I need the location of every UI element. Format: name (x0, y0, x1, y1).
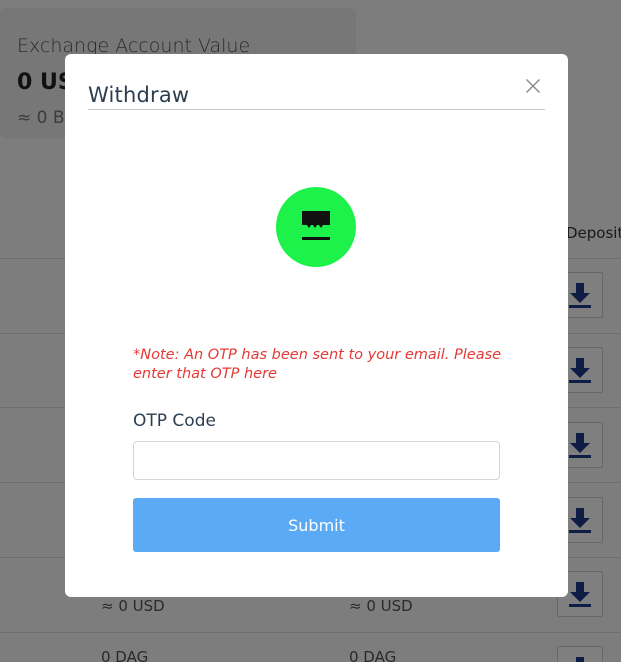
submit-button[interactable]: Submit (133, 498, 500, 552)
otp-note: *Note: An OTP has been sent to your emai… (133, 347, 502, 382)
otp-code-input[interactable] (133, 441, 500, 480)
modal-title: Withdraw (88, 83, 190, 107)
title-divider (88, 109, 545, 110)
withdraw-modal: Withdraw *Note: An OTP has been sent to … (65, 54, 568, 597)
otp-code-label: OTP Code (133, 411, 216, 431)
otp-icon-badge (276, 187, 356, 267)
otp-message-icon (302, 211, 330, 240)
close-icon (526, 79, 540, 93)
close-button[interactable] (523, 76, 543, 96)
